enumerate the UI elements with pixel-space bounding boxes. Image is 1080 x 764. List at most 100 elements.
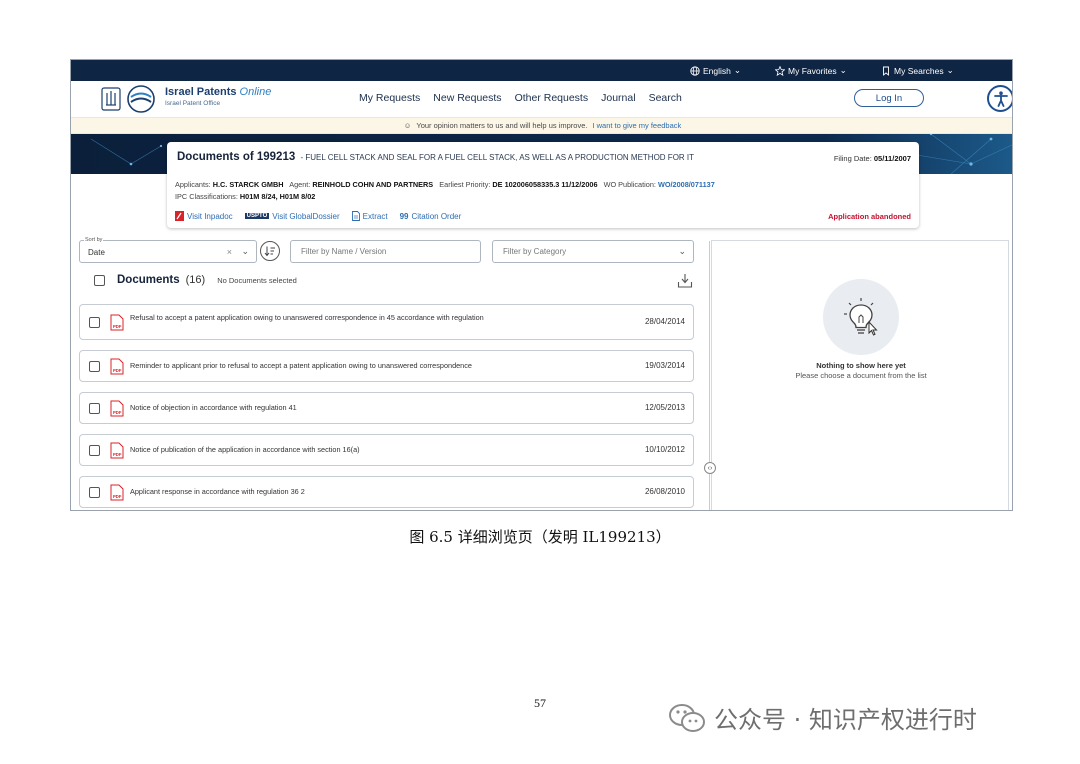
citation-order-link[interactable]: 99 Citation Order [400, 212, 462, 221]
row-checkbox[interactable] [89, 317, 100, 328]
nav-other-requests[interactable]: Other Requests [515, 92, 589, 104]
extract-link[interactable]: Extract [351, 211, 388, 221]
accessibility-button[interactable] [987, 85, 1012, 112]
document-meta-line: Applicants: H.C. STARCK GMBH Agent: REIN… [175, 180, 715, 189]
brand-main: Israel Patents [165, 86, 237, 98]
row-checkbox[interactable] [89, 403, 100, 414]
applicants-value: H.C. STARCK GMBH [212, 180, 284, 189]
category-placeholder: Filter by Category [503, 247, 567, 256]
wechat-icon [669, 703, 705, 732]
site-header: Israel Patents Online Israel Patent Offic… [71, 81, 1012, 117]
filing-date-value: 05/11/2007 [873, 154, 911, 163]
ipc-value: H01M 8/24, H01M 8/02 [239, 192, 316, 201]
nav-search[interactable]: Search [649, 92, 682, 104]
document-date: 19/03/2014 [644, 361, 685, 370]
globaldossier-link[interactable]: USPTO Visit GlobalDossier [244, 212, 340, 221]
document-name: Reminder to applicant prior to refusal t… [130, 361, 472, 370]
searches-menu[interactable]: My Searches ⌄ [881, 65, 954, 76]
chevron-down-icon: ⌄ [678, 246, 686, 256]
list-item[interactable]: PDF Notice of objection in accordance wi… [79, 392, 694, 424]
sort-by-select[interactable]: Date × ⌄ [79, 240, 257, 263]
sort-direction-button[interactable] [260, 241, 280, 261]
login-button[interactable]: Log In [854, 89, 924, 107]
sort-by-label: Sort by [84, 237, 104, 243]
watermark-text: 公众号 · 知识产权进行时 [714, 706, 977, 734]
brand-title[interactable]: Israel Patents Online [165, 86, 271, 98]
nav-my-requests[interactable]: My Requests [359, 92, 420, 104]
empty-state-illustration [823, 279, 899, 355]
document-name: Applicant response in accordance with re… [130, 487, 305, 496]
chevron-down-icon: ⌄ [733, 65, 742, 75]
documents-title: Documents (16) [117, 274, 205, 286]
svg-text:PDF: PDF [113, 368, 122, 373]
ipc-line: IPC Classifications: H01M 8/24, H01M 8/0… [175, 192, 315, 201]
feedback-banner: ☺ Your opinion matters to us and will he… [71, 117, 1012, 134]
agent-value: REINHOLD COHN AND PARTNERS [312, 180, 434, 189]
empty-state-title: Nothing to show here yet [816, 361, 906, 370]
document-icon [351, 211, 360, 221]
download-icon[interactable] [677, 273, 693, 289]
citation-label: Citation Order [411, 211, 462, 221]
patent-office-logo-icon[interactable] [126, 84, 156, 114]
priority-value: DE 102006058335.3 11/12/2006 [492, 180, 598, 189]
svg-text:PDF: PDF [113, 410, 122, 415]
document-date: 10/10/2012 [644, 445, 685, 454]
pdf-file-icon: PDF [110, 314, 124, 331]
external-links: Visit Inpadoc USPTO Visit GlobalDossier … [175, 211, 461, 221]
list-item[interactable]: PDF Reminder to applicant prior to refus… [79, 350, 694, 382]
state-emblem-icon[interactable] [101, 87, 121, 111]
document-name: Refusal to accept a patent application o… [130, 313, 484, 322]
browser-screenshot: English ⌄ My Favorites ⌄ My Searches ⌄ I… [70, 59, 1013, 511]
feedback-icon: ☺ [403, 121, 412, 130]
list-item[interactable]: PDF Notice of publication of the applica… [79, 434, 694, 466]
list-item[interactable]: PDF Refusal to accept a patent applicati… [79, 304, 694, 340]
status-badge: Application abandoned [828, 212, 911, 221]
documents-count: (16) [185, 274, 206, 286]
selection-status: No Documents selected [217, 275, 297, 285]
documents-title-label: Documents [117, 274, 180, 286]
searches-label: My Searches [894, 65, 944, 76]
inpadoc-label: Visit Inpadoc [187, 211, 233, 221]
document-date: 12/05/2013 [644, 403, 685, 412]
language-label: English [703, 65, 731, 76]
filing-date: Filing Date: 05/11/2007 [834, 154, 911, 163]
inpadoc-link[interactable]: Visit Inpadoc [175, 211, 233, 221]
applicants-label: Applicants: [175, 180, 211, 189]
list-item[interactable]: PDF Applicant response in accordance wit… [79, 476, 694, 508]
pdf-file-icon: PDF [110, 442, 124, 459]
bookmark-icon [883, 66, 889, 76]
row-checkbox[interactable] [89, 445, 100, 456]
sort-order-icon [264, 246, 275, 257]
document-name: Notice of publication of the application… [130, 445, 360, 454]
row-checkbox[interactable] [89, 361, 100, 372]
lightbulb-icon [844, 298, 878, 336]
row-checkbox[interactable] [89, 487, 100, 498]
feedback-text: Your opinion matters to us and will help… [416, 121, 588, 130]
brand-subtitle: Israel Patent Office [165, 100, 221, 107]
document-subtitle: - FUEL CELL STACK AND SEAL FOR A FUEL CE… [300, 153, 695, 162]
documents-list-header: Documents (16) No Documents selected [94, 274, 297, 286]
select-all-checkbox[interactable] [94, 274, 105, 286]
wo-publication-link[interactable]: WO/2008/071137 [658, 180, 715, 189]
nav-new-requests[interactable]: New Requests [433, 92, 501, 104]
nav-journal[interactable]: Journal [601, 92, 635, 104]
clear-icon[interactable]: × [227, 247, 232, 257]
extract-label: Extract [362, 211, 388, 221]
wo-label: WO Publication: [603, 180, 656, 189]
main-nav: My Requests New Requests Other Requests … [359, 92, 682, 104]
document-header-card: Documents of 199213 - FUEL CELL STACK AN… [167, 142, 919, 228]
filter-by-category-select[interactable]: Filter by Category ⌄ [492, 240, 694, 263]
favorites-menu[interactable]: My Favorites ⌄ [775, 65, 847, 76]
svg-text:PDF: PDF [113, 494, 122, 499]
filter-by-name-input[interactable]: Filter by Name / Version [290, 240, 481, 263]
language-selector[interactable]: English ⌄ [690, 65, 741, 76]
inpadoc-icon [175, 211, 184, 221]
favorites-label: My Favorites [788, 65, 837, 76]
document-title: Documents of 199213 - FUEL CELL STACK AN… [177, 151, 694, 163]
priority-label: Earliest Priority: [439, 180, 491, 189]
document-date: 26/08/2010 [644, 487, 685, 496]
chevron-down-icon: ⌄ [946, 65, 954, 75]
pane-resize-handle[interactable]: ‹› [704, 462, 716, 474]
globe-icon [690, 65, 700, 76]
feedback-link[interactable]: I want to give my feedback [592, 121, 681, 130]
